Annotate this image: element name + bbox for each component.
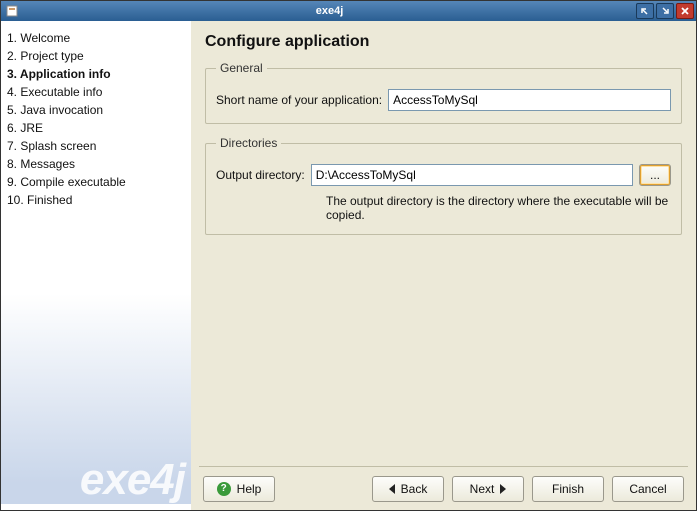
content-pane: Configure application General Short name…	[191, 21, 696, 510]
ellipsis-icon: ...	[650, 168, 660, 182]
wizard-step[interactable]: 3. Application info	[7, 65, 185, 83]
next-button[interactable]: Next	[452, 476, 524, 502]
output-dir-hint: The output directory is the directory wh…	[326, 194, 671, 222]
window-title: exe4j	[23, 5, 636, 17]
arrow-right-icon	[500, 484, 506, 494]
brand-logo-text: exe4j	[80, 458, 185, 502]
browse-button[interactable]: ...	[639, 164, 671, 186]
short-name-label: Short name of your application:	[216, 93, 382, 107]
arrow-left-icon	[389, 484, 395, 494]
directories-legend: Directories	[216, 136, 281, 150]
general-legend: General	[216, 61, 267, 75]
wizard-step[interactable]: 2. Project type	[7, 47, 185, 65]
page-title: Configure application	[205, 33, 682, 51]
wizard-step[interactable]: 10. Finished	[7, 191, 185, 209]
wizard-step[interactable]: 5. Java invocation	[7, 101, 185, 119]
general-group: General Short name of your application:	[205, 61, 682, 124]
title-bar: exe4j	[1, 1, 696, 21]
short-name-input[interactable]	[388, 89, 671, 111]
wizard-step[interactable]: 1. Welcome	[7, 29, 185, 47]
wizard-step[interactable]: 8. Messages	[7, 155, 185, 173]
minimize-button[interactable]	[636, 3, 654, 19]
wizard-step[interactable]: 4. Executable info	[7, 83, 185, 101]
wizard-step[interactable]: 7. Splash screen	[7, 137, 185, 155]
brand-area: exe4j	[1, 294, 191, 504]
directories-group: Directories Output directory: ... The ou…	[205, 136, 682, 235]
app-icon	[5, 4, 19, 18]
wizard-step[interactable]: 9. Compile executable	[7, 173, 185, 191]
close-button[interactable]	[676, 3, 694, 19]
finish-button-label: Finish	[552, 482, 584, 496]
help-button[interactable]: ? Help	[203, 476, 275, 502]
wizard-sidebar: 1. Welcome2. Project type3. Application …	[1, 21, 191, 510]
next-button-label: Next	[470, 482, 495, 496]
finish-button[interactable]: Finish	[532, 476, 604, 502]
help-button-label: Help	[237, 482, 262, 496]
back-button[interactable]: Back	[372, 476, 444, 502]
back-button-label: Back	[401, 482, 428, 496]
cancel-button[interactable]: Cancel	[612, 476, 684, 502]
output-dir-label: Output directory:	[216, 168, 305, 182]
cancel-button-label: Cancel	[629, 482, 666, 496]
app-window: exe4j 1. Welcome2. Project type3. Applic…	[0, 0, 697, 511]
button-bar: ? Help Back Next Finish Cancel	[199, 466, 688, 510]
help-icon: ?	[217, 482, 231, 496]
wizard-step[interactable]: 6. JRE	[7, 119, 185, 137]
maximize-button[interactable]	[656, 3, 674, 19]
output-dir-input[interactable]	[311, 164, 633, 186]
